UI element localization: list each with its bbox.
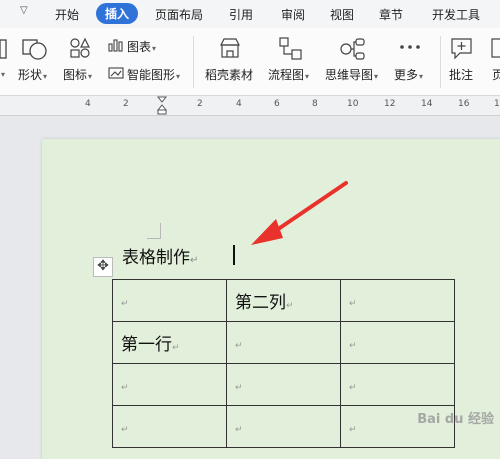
more-icon [400, 45, 420, 49]
ruler-number: 6 [274, 99, 280, 109]
shape-button[interactable]: 形状▾ [18, 66, 47, 83]
tab-page-layout[interactable]: 页面布局 [155, 6, 203, 23]
tab-references[interactable]: 引用 [229, 6, 253, 23]
ruler-number: 8 [312, 99, 318, 109]
partial-icon [0, 39, 7, 59]
tab-home[interactable]: 开始 [55, 6, 79, 23]
ruler-number: 16 [458, 99, 470, 109]
ruler-number: 10 [347, 99, 359, 109]
menu-tab-bar: ▽ 开始 插入 页面布局 引用 审阅 视图 章节 开发工具 [0, 0, 500, 28]
chart-icon [108, 39, 123, 52]
ribbon-separator [193, 36, 194, 88]
comment-icon [451, 38, 472, 60]
horizontal-ruler: 4 2 2 4 6 8 10 12 14 16 18 [0, 96, 500, 116]
ruler-number: 4 [236, 99, 242, 109]
smart-shape-icon [108, 67, 124, 79]
shape-icon [22, 39, 47, 60]
tab-insert[interactable]: 插入 [96, 3, 139, 24]
flowchart-button[interactable]: 流程图▾ [268, 66, 309, 83]
tab-chapter[interactable]: 章节 [379, 6, 403, 23]
docer-material-button[interactable]: 稻壳素材 [205, 66, 253, 83]
ruler-number: 2 [123, 99, 129, 109]
indent-marker-icon[interactable] [156, 96, 168, 116]
ruler-number: 18 [494, 99, 500, 109]
icon-library-icon [70, 37, 90, 58]
ruler-number: 14 [421, 99, 433, 109]
flowchart-icon [279, 37, 302, 60]
ruler-number: 12 [384, 99, 396, 109]
ruler-number: 4 [85, 99, 91, 109]
ribbon-dropdown-arrow[interactable]: ▾ [0, 66, 5, 80]
mindmap-icon [340, 38, 365, 60]
mindmap-button[interactable]: 思维导图▾ [325, 66, 378, 83]
document-workspace[interactable]: 表格制作↵ ✥ ↵ 第二列↵ ↵ 第一行↵ ↵ ↵ ↵ ↵ ↵ ↵ ↵ ↵ Ba… [0, 117, 500, 459]
ruler-number: 2 [197, 99, 203, 109]
watermark: Bai du 经验 [417, 412, 494, 427]
ribbon-separator [440, 36, 441, 88]
comment-button[interactable]: 批注 [449, 66, 473, 83]
smart-shape-button[interactable]: 智能图形▾ [127, 66, 180, 83]
icon-library-button[interactable]: 图标▾ [63, 66, 92, 83]
quick-access-dropdown[interactable]: ▽ [20, 5, 28, 16]
tab-review[interactable]: 审阅 [281, 6, 305, 23]
annotation-arrow [251, 181, 348, 245]
page-icon [491, 38, 500, 58]
tab-view[interactable]: 视图 [330, 6, 354, 23]
tab-developer-tools[interactable]: 开发工具 [432, 6, 480, 23]
more-button[interactable]: 更多▾ [394, 66, 423, 83]
page-button[interactable]: 页 [492, 66, 500, 83]
docer-material-icon [220, 38, 240, 58]
insert-ribbon: ▾ 形状▾ 图标▾ 图表▾ 智能图形▾ 稻壳素材 流程图▾ 思维导图▾ 更多▾ … [0, 28, 500, 96]
chart-button[interactable]: 图表▾ [127, 38, 156, 55]
